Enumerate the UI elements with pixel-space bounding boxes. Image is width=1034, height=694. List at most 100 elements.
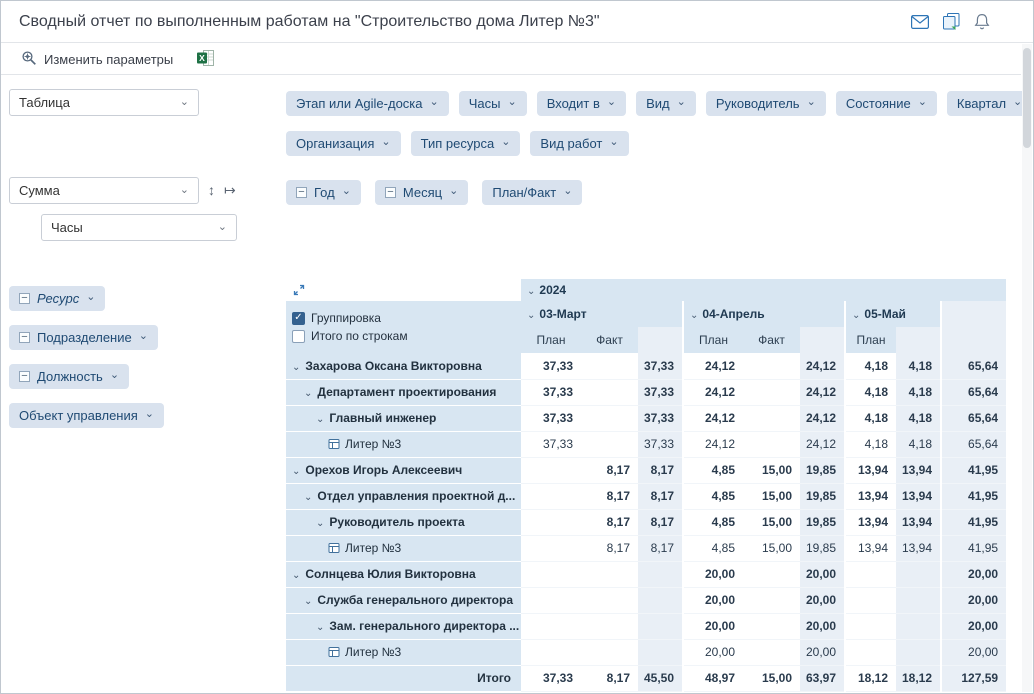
- option-grouping[interactable]: ✓Группировка: [292, 311, 521, 325]
- value-cell: 41,95: [941, 535, 1006, 561]
- chevron-down-icon[interactable]: ⌄: [292, 466, 300, 477]
- filter-chip-6[interactable]: Квартал⌄: [947, 91, 1032, 116]
- value-cell: 8,17: [581, 509, 638, 535]
- value-cell: 37,33: [521, 405, 581, 431]
- row-dim-chip-2[interactable]: −Должность⌄: [9, 364, 129, 389]
- vertical-scrollbar[interactable]: [1022, 44, 1032, 692]
- chevron-down-icon[interactable]: ⌄: [304, 492, 312, 503]
- value-cell: 20,00: [941, 561, 1006, 587]
- chevron-down-icon: ⌄: [381, 135, 390, 148]
- aggregate-select[interactable]: Сумма ⌄: [9, 177, 199, 204]
- row-label-cell[interactable]: ⌄Захарова Оксана Викторовна: [286, 353, 521, 379]
- chevron-down-icon[interactable]: ⌄: [316, 518, 324, 529]
- filter-chip-row-1: Этап или Agile-доска⌄ Часы⌄ Входит в⌄ Вид⌄ Р…: [286, 91, 1032, 116]
- row-dim-chip-0[interactable]: −Ресурс⌄: [9, 286, 105, 311]
- value-cell: 24,12: [800, 379, 845, 405]
- board-icon: [328, 438, 340, 450]
- chevron-down-icon: ⌄: [677, 95, 686, 108]
- chip-label: Руководитель: [716, 96, 800, 111]
- chevron-down-icon: ⌄: [430, 95, 439, 108]
- view-type-select[interactable]: Таблица ⌄: [9, 89, 199, 116]
- value-cell: 15,00: [743, 483, 800, 509]
- chevron-down-icon[interactable]: ⌄: [316, 622, 324, 633]
- value-cell: 24,12: [683, 353, 743, 379]
- chevron-down-icon[interactable]: ⌄: [292, 362, 300, 373]
- row-dim-chip-1[interactable]: −Подразделение⌄: [9, 325, 158, 350]
- year-header[interactable]: ⌄2024: [521, 279, 1006, 301]
- collapse-minus-icon[interactable]: −: [19, 332, 30, 343]
- row-label-cell: Литер №3: [286, 535, 521, 561]
- checkbox-checked[interactable]: ✓: [292, 312, 305, 325]
- chevron-down-icon[interactable]: ⌄: [527, 310, 535, 321]
- chevron-down-icon[interactable]: ⌄: [690, 310, 698, 321]
- filter-chip-b0[interactable]: Организация⌄: [286, 131, 401, 156]
- filter-chip-5[interactable]: Состояние⌄: [836, 91, 937, 116]
- value-cell: 20,00: [683, 613, 743, 639]
- collapse-minus-icon[interactable]: −: [19, 293, 30, 304]
- col-dim-chip-1[interactable]: −Месяц⌄: [375, 180, 468, 205]
- filter-chip-4[interactable]: Руководитель ⌄: [706, 91, 826, 116]
- grand-total-header: [941, 301, 1006, 353]
- copy-icon[interactable]: [940, 11, 962, 33]
- mail-icon[interactable]: [909, 11, 931, 33]
- row-dim-chip-3[interactable]: Объект управления⌄: [9, 403, 164, 428]
- filter-chip-0[interactable]: Этап или Agile-доска⌄: [286, 91, 449, 116]
- value-cell: 63,97: [800, 665, 845, 691]
- value-cell: [638, 561, 683, 587]
- value-cell: 13,94: [896, 483, 941, 509]
- row-label-cell[interactable]: ⌄Отдел управления проектной д...: [286, 483, 521, 509]
- edit-parameters-label: Изменить параметры: [44, 52, 173, 67]
- value-cell: [521, 613, 581, 639]
- chevron-down-icon[interactable]: ⌄: [316, 414, 324, 425]
- month-header[interactable]: ⌄04-Апрель: [683, 301, 845, 327]
- checkbox-unchecked[interactable]: [292, 330, 305, 343]
- row-label-cell[interactable]: ⌄Руководитель проекта: [286, 509, 521, 535]
- col-dim-chip-2[interactable]: План/Факт⌄: [482, 180, 582, 205]
- value-cell: 37,33: [521, 379, 581, 405]
- row-label-cell[interactable]: ⌄Департамент проектирования: [286, 379, 521, 405]
- option-row-totals[interactable]: Итого по строкам: [292, 329, 521, 343]
- value-cell: [896, 613, 941, 639]
- row-label-cell[interactable]: ⌄ Служба генерального директора: [286, 587, 521, 613]
- filter-chip-b2[interactable]: Вид работ⌄: [530, 131, 628, 156]
- chevron-down-icon[interactable]: ⌄: [304, 388, 312, 399]
- chevron-down-icon[interactable]: ⌄: [852, 310, 860, 321]
- col-dim-chip-0[interactable]: −Год⌄: [286, 180, 361, 205]
- export-excel-button[interactable]: X: [193, 48, 218, 71]
- filter-chip-b1[interactable]: Тип ресурса⌄: [411, 131, 521, 156]
- edit-parameters-button[interactable]: Изменить параметры: [17, 48, 177, 71]
- chevron-down-icon[interactable]: ⌄: [292, 570, 300, 581]
- month-header[interactable]: ⌄05-Май: [845, 301, 941, 327]
- chevron-down-icon: ⌄: [807, 95, 816, 108]
- row-label-cell[interactable]: ⌄Солнцева Юлия Викторовна: [286, 561, 521, 587]
- chevron-down-icon[interactable]: ⌄: [527, 286, 535, 297]
- chevron-down-icon: ⌄: [501, 135, 510, 148]
- filter-chip-1[interactable]: Часы⌄: [459, 91, 527, 116]
- row-label-cell[interactable]: ⌄Главный инженер: [286, 405, 521, 431]
- filter-chip-2[interactable]: Входит в⌄: [537, 91, 626, 116]
- filter-chip-3[interactable]: Вид⌄: [636, 91, 696, 116]
- row-label-cell[interactable]: ⌄Орехов Игорь Алексеевич: [286, 457, 521, 483]
- column-header: Факт: [581, 327, 638, 353]
- value-cell: 8,17: [581, 535, 638, 561]
- titlebar-icons: [909, 11, 993, 33]
- row-label: Литер №3: [345, 437, 401, 451]
- expand-icon[interactable]: [292, 283, 306, 297]
- collapse-minus-icon[interactable]: −: [296, 187, 307, 198]
- chevron-down-icon[interactable]: ⌄: [304, 596, 312, 607]
- chevron-down-icon: ⌄: [180, 95, 189, 108]
- bell-icon[interactable]: [971, 11, 993, 33]
- scrollbar-thumb[interactable]: [1023, 48, 1031, 148]
- collapse-minus-icon[interactable]: −: [385, 187, 396, 198]
- collapse-minus-icon[interactable]: −: [19, 371, 30, 382]
- row-label-cell[interactable]: ⌄Зам. генерального директора ...: [286, 613, 521, 639]
- chip-label: Год: [314, 185, 335, 200]
- chevron-down-icon: ⌄: [609, 135, 618, 148]
- month-header[interactable]: ⌄03-Март: [521, 301, 683, 327]
- move-horizontal-icon[interactable]: ↦: [224, 181, 236, 199]
- swap-vertical-icon[interactable]: ↕: [208, 181, 215, 199]
- value-cell: 41,95: [941, 483, 1006, 509]
- value-cell: [638, 613, 683, 639]
- row-label: Служба генерального директора: [317, 593, 513, 607]
- measure-select[interactable]: Часы ⌄: [41, 214, 237, 241]
